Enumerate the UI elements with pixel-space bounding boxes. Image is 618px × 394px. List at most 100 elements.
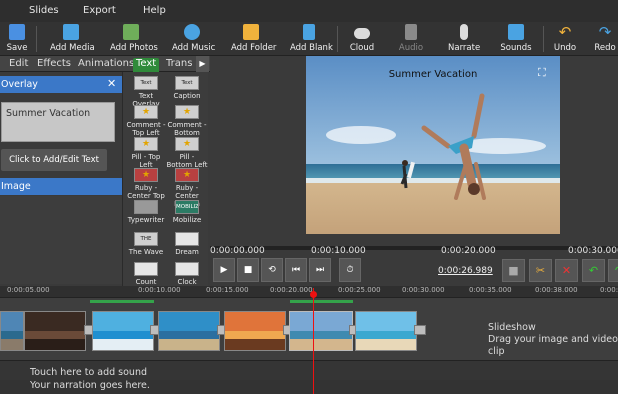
rotate-right-button[interactable]: ↷	[608, 259, 618, 282]
add-music-button[interactable]: Add Music	[172, 24, 215, 56]
add-media-button[interactable]: Add Media	[50, 24, 95, 56]
preview-scrub-bar[interactable]	[210, 246, 618, 250]
next-button[interactable]: ⏭	[309, 258, 331, 282]
stop-button[interactable]: ■	[237, 258, 259, 282]
folder-icon	[243, 24, 259, 40]
stop-icon: ■	[243, 265, 253, 275]
tab-text[interactable]: Text	[133, 58, 160, 72]
loop-button[interactable]: ⟲	[261, 258, 283, 282]
slide-stop-button[interactable]: ■	[502, 259, 525, 282]
count-thumb	[134, 262, 158, 276]
style-typewriter[interactable]: Typewriter	[125, 200, 167, 224]
time-label: 0:00:20.000	[441, 246, 496, 256]
star-icon	[175, 137, 199, 151]
narration-track-hint: Your narration goes here.	[30, 380, 150, 391]
tab-effects[interactable]: Effects	[34, 58, 74, 72]
style-clock[interactable]: Clock	[166, 262, 208, 286]
transition-marker[interactable]	[414, 325, 426, 335]
style-text-overlay[interactable]: Text Text Overlay	[125, 76, 167, 108]
fullscreen-icon[interactable]: ⛶	[538, 66, 546, 80]
star-icon	[134, 168, 158, 182]
toolbar-divider	[543, 26, 544, 52]
timeline-ruler[interactable]: 0:00:05.000 0:00:10.000 0:00:15.000 0:00…	[0, 286, 618, 298]
slide-clip-selected[interactable]	[289, 311, 353, 351]
style-the-wave[interactable]: THE WAVE The Wave	[125, 232, 167, 256]
overlay-panel-header: Overlay	[0, 76, 122, 93]
previous-button[interactable]: ⏮	[285, 258, 307, 282]
timer-button[interactable]: ⏱	[339, 258, 361, 282]
style-pill-bottom-left[interactable]: Pill - Bottom Left	[166, 137, 208, 169]
narration-track[interactable]: Your narration goes here.	[0, 380, 618, 394]
toolbar-divider	[337, 26, 338, 52]
menu-help[interactable]: Help	[143, 5, 166, 16]
current-time-readout[interactable]: 0:00:26.989	[438, 266, 493, 276]
add-edit-text-button[interactable]: Click to Add/Edit Text	[1, 149, 107, 171]
undo-button[interactable]: ↶ Undo	[553, 24, 577, 56]
the-wave-thumb: THE WAVE	[134, 232, 158, 246]
menu-export[interactable]: Export	[83, 5, 116, 16]
time-label: 0:00:10.000	[311, 246, 366, 256]
slide-clip[interactable]	[355, 311, 417, 351]
image-panel-header: Image	[0, 178, 122, 195]
video-preview[interactable]: Summer Vacation ⛶	[306, 56, 560, 234]
cut-button[interactable]: ✂	[529, 259, 552, 282]
add-blank-button[interactable]: Add Blank	[290, 24, 333, 56]
rotate-left-button[interactable]: ↶	[582, 259, 605, 282]
slide-clip[interactable]	[224, 311, 286, 351]
sounds-button[interactable]: Sounds	[500, 24, 532, 56]
tab-edit[interactable]: Edit	[6, 58, 31, 72]
style-comment-top-left[interactable]: Comment - Top Left	[125, 105, 167, 137]
style-mobilize[interactable]: MOBILIZE Mobilize	[166, 200, 208, 224]
cloud-button[interactable]: Cloud	[348, 24, 376, 56]
style-ruby-center-top[interactable]: Ruby - Center Top	[125, 168, 167, 200]
slide-clip[interactable]	[24, 311, 86, 351]
overlay-text-field[interactable]: Summer Vacation	[1, 102, 115, 142]
play-button[interactable]: ▶	[213, 258, 235, 282]
style-pill-top-left[interactable]: Pill - Top Left	[125, 137, 167, 169]
narrate-button[interactable]: Narrate	[448, 24, 480, 56]
text-overlay-bar[interactable]	[90, 300, 154, 303]
typewriter-thumb	[134, 200, 158, 214]
time-label: 0:00:00.000	[210, 246, 265, 256]
add-photos-button[interactable]: Add Photos	[110, 24, 158, 56]
ruler-tick: 0:00:20.000	[270, 286, 313, 294]
tab-animations[interactable]: Animations	[75, 58, 137, 72]
toolbar-divider	[36, 26, 37, 52]
dream-thumb	[175, 232, 199, 246]
add-music-icon	[184, 24, 200, 40]
clock-thumb	[175, 262, 199, 276]
menu-slides[interactable]: Slides	[29, 5, 59, 16]
playhead[interactable]	[313, 288, 314, 394]
text-overlay-bar[interactable]	[290, 300, 353, 303]
redo-button[interactable]: ↷ Redo	[594, 24, 616, 56]
ruler-tick: 0:00:10.000	[138, 286, 181, 294]
save-button[interactable]: Save	[5, 24, 29, 56]
style-caption[interactable]: Text Caption	[166, 76, 208, 100]
tab-scroll-right-icon[interactable]: ▶	[196, 56, 209, 72]
slide-clip[interactable]	[92, 311, 154, 351]
loop-icon: ⟲	[268, 265, 276, 275]
caption-thumb: Text	[175, 76, 199, 90]
redo-icon: ↷	[598, 23, 612, 41]
mobilize-thumb: MOBILIZE	[175, 200, 199, 214]
playhead-handle[interactable]	[310, 291, 317, 298]
ruler-tick: 0:00:15.000	[206, 286, 249, 294]
app-window: Slides Export Help Save Add Media Add Ph…	[0, 0, 618, 394]
sound-track[interactable]: Touch here to add sound	[0, 360, 618, 380]
timeline-track[interactable]: Slideshow Drag your image and video clip	[0, 298, 618, 360]
add-folder-button[interactable]: Add Folder	[231, 24, 276, 56]
delete-button[interactable]: ✕	[555, 259, 578, 282]
slide-clip[interactable]	[0, 311, 24, 351]
style-count[interactable]: Count	[125, 262, 167, 286]
audio-button[interactable]: Audio	[398, 24, 424, 56]
tab-transitions[interactable]: Trans	[163, 58, 195, 72]
add-photos-icon	[123, 24, 139, 40]
slide-clip[interactable]	[158, 311, 220, 351]
style-dream[interactable]: Dream	[166, 232, 208, 256]
close-icon[interactable]: ✕	[107, 77, 116, 90]
image-panel-body	[0, 196, 122, 284]
delete-icon: ✕	[561, 264, 572, 277]
star-icon	[175, 105, 199, 119]
star-icon	[175, 168, 199, 182]
sound-track-hint: Touch here to add sound	[30, 367, 148, 378]
